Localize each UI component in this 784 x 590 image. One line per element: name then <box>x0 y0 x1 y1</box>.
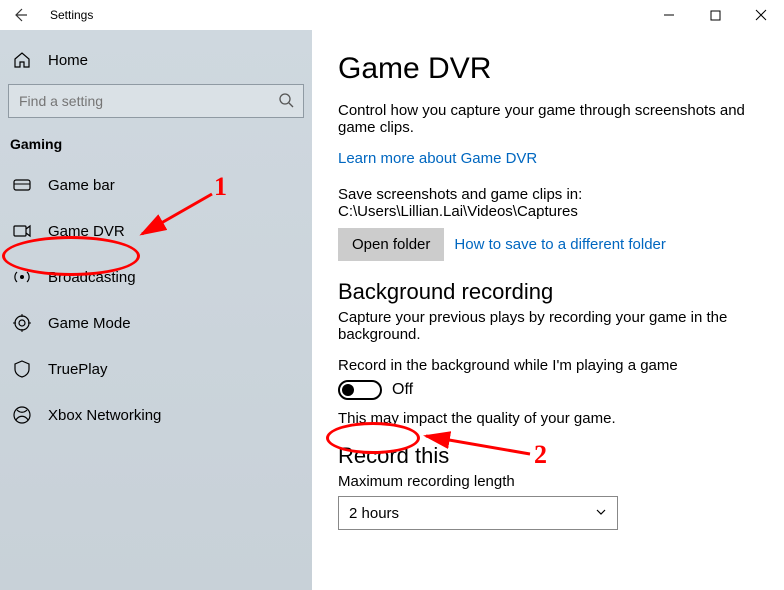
sidebar-nav: Game bar Game DVR Broadcasting <box>0 162 312 438</box>
record-this-heading: Record this <box>338 443 764 469</box>
bg-recording-desc: Capture your previous plays by recording… <box>338 309 758 343</box>
nav-label: Game bar <box>48 177 115 194</box>
minimize-button[interactable] <box>646 0 692 30</box>
home-icon <box>12 50 32 70</box>
max-length-select[interactable]: 2 hours <box>338 496 618 530</box>
bg-record-toggle[interactable] <box>338 380 382 400</box>
sidebar: Home Gaming Game bar <box>0 30 312 590</box>
main-content: Game DVR Control how you capture your ga… <box>312 30 784 590</box>
window-controls <box>646 0 784 30</box>
save-path-text: Save screenshots and game clips in: C:\U… <box>338 186 758 220</box>
search-icon <box>278 92 294 108</box>
nav-label: TruePlay <box>48 361 107 378</box>
sidebar-item-xbox-networking[interactable]: Xbox Networking <box>0 392 312 438</box>
page-heading: Game DVR <box>338 52 764 86</box>
chevron-down-icon <box>595 505 607 522</box>
titlebar: Settings <box>0 0 784 30</box>
sidebar-item-game-dvr[interactable]: Game DVR <box>0 208 312 254</box>
bg-toggle-state: Off <box>392 381 413 399</box>
learn-more-link[interactable]: Learn more about Game DVR <box>338 150 537 167</box>
nav-label: Game Mode <box>48 315 131 332</box>
max-length-value: 2 hours <box>349 505 399 522</box>
close-button[interactable] <box>738 0 784 30</box>
close-icon <box>755 9 767 21</box>
sidebar-item-trueplay[interactable]: TruePlay <box>0 346 312 392</box>
bg-warn-text: This may impact the quality of your game… <box>338 410 764 427</box>
game-dvr-icon <box>12 221 32 241</box>
bg-recording-heading: Background recording <box>338 279 764 305</box>
trueplay-icon <box>12 359 32 379</box>
game-bar-icon <box>12 175 32 195</box>
back-button[interactable] <box>8 3 32 27</box>
open-folder-button[interactable]: Open folder <box>338 228 444 261</box>
sidebar-item-game-bar[interactable]: Game bar <box>0 162 312 208</box>
nav-label: Game DVR <box>48 223 125 240</box>
sidebar-item-home[interactable]: Home <box>0 40 312 84</box>
sidebar-item-broadcasting[interactable]: Broadcasting <box>0 254 312 300</box>
maximize-icon <box>710 10 721 21</box>
search-input[interactable] <box>8 84 304 118</box>
page-description: Control how you capture your game throug… <box>338 102 758 136</box>
bg-toggle-label: Record in the background while I'm playi… <box>338 357 764 374</box>
nav-label: Broadcasting <box>48 269 136 286</box>
sidebar-section-title: Gaming <box>0 136 312 162</box>
nav-label: Xbox Networking <box>48 407 161 424</box>
sidebar-item-game-mode[interactable]: Game Mode <box>0 300 312 346</box>
back-arrow-icon <box>12 7 28 23</box>
search-box[interactable] <box>8 84 304 118</box>
maximize-button[interactable] <box>692 0 738 30</box>
home-label: Home <box>48 52 88 69</box>
xbox-networking-icon <box>12 405 32 425</box>
minimize-icon <box>663 9 675 21</box>
game-mode-icon <box>12 313 32 333</box>
max-length-label: Maximum recording length <box>338 473 764 490</box>
toggle-knob-icon <box>342 384 354 396</box>
broadcasting-icon <box>12 267 32 287</box>
how-to-save-link[interactable]: How to save to a different folder <box>454 236 666 253</box>
window-title: Settings <box>50 8 93 22</box>
